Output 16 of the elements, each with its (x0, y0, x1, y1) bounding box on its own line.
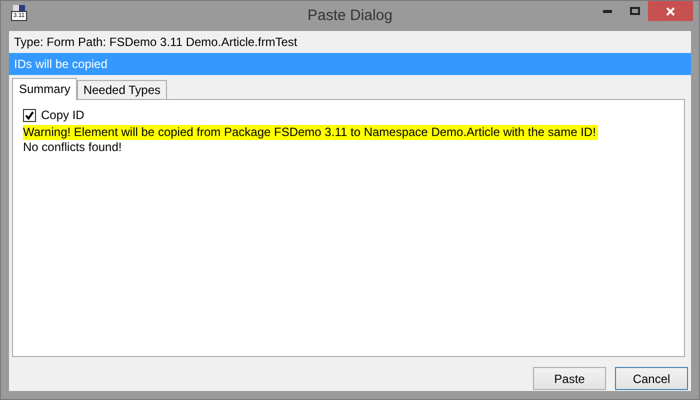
minimize-icon (603, 10, 612, 12)
window-title: Paste Dialog (307, 7, 393, 24)
tab[interactable]: Needed Types (77, 80, 167, 99)
path-label: Type: Form Path: FSDemo 3.11 Demo.Article.frmTest (13, 34, 298, 51)
info-message: No conflicts found! (23, 140, 123, 155)
status-banner: IDs will be copied (9, 53, 691, 75)
warning-message: Warning! Element will be copied from Package FSDemo 3.11 to Namespace Demo.Article with the same ID! (23, 125, 598, 140)
tab[interactable]: Summary (12, 78, 78, 100)
maximize-icon (630, 7, 640, 15)
checkbox[interactable] (23, 108, 36, 122)
dialog-button[interactable]: Cancel (615, 367, 688, 390)
close-button[interactable] (648, 1, 693, 21)
check-icon (25, 110, 34, 120)
checkbox-label: Copy ID (41, 108, 84, 122)
close-icon (666, 6, 675, 16)
dialog-button[interactable]: Paste (533, 367, 606, 390)
